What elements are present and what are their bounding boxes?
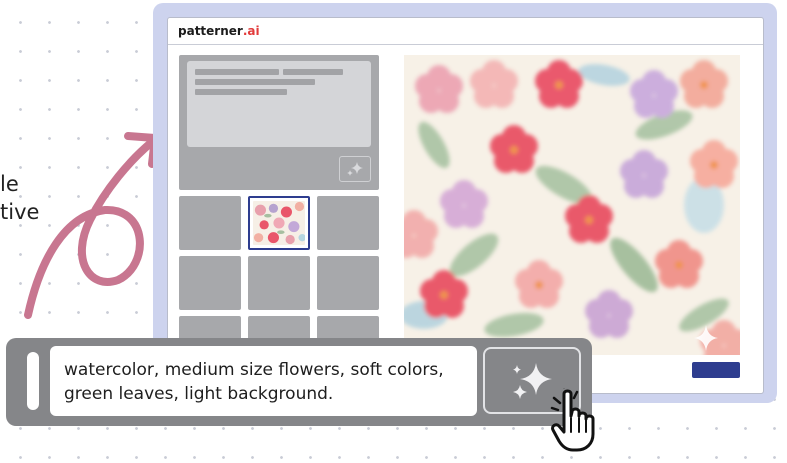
placeholder-line bbox=[195, 79, 315, 85]
grid-cell[interactable] bbox=[179, 256, 241, 310]
grid-cell-selected[interactable] bbox=[248, 196, 310, 250]
sparkles-icon bbox=[347, 162, 363, 176]
prompt-panel bbox=[179, 55, 379, 190]
prompt-line-1: watercolor, medium size flowers, soft co… bbox=[64, 360, 444, 380]
grid-cell[interactable] bbox=[317, 256, 379, 310]
grid-cell[interactable] bbox=[179, 196, 241, 250]
drag-handle[interactable] bbox=[27, 352, 39, 410]
prompt-bar: watercolor, medium size flowers, soft co… bbox=[6, 338, 592, 426]
placeholder-line bbox=[195, 89, 287, 95]
brand-name: patterner bbox=[178, 24, 243, 38]
panel-generate-button[interactable] bbox=[339, 156, 371, 182]
grid-cell[interactable] bbox=[248, 256, 310, 310]
prompt-line-2: green leaves, light background. bbox=[64, 384, 334, 404]
brand-suffix: .ai bbox=[242, 24, 260, 38]
pattern-thumbnail bbox=[253, 201, 305, 245]
grid-cell[interactable] bbox=[317, 196, 379, 250]
apply-button[interactable] bbox=[692, 362, 740, 378]
placeholder-line bbox=[195, 69, 279, 75]
sparkles-icon bbox=[513, 362, 552, 399]
pattern-preview bbox=[404, 55, 740, 355]
title-bar: patterner .ai bbox=[168, 18, 763, 45]
placeholder-line bbox=[283, 69, 343, 75]
hand-pointer-icon bbox=[550, 388, 595, 452]
prompt-input[interactable]: watercolor, medium size flowers, soft co… bbox=[50, 346, 477, 416]
prompt-textarea-placeholder[interactable] bbox=[187, 61, 371, 147]
